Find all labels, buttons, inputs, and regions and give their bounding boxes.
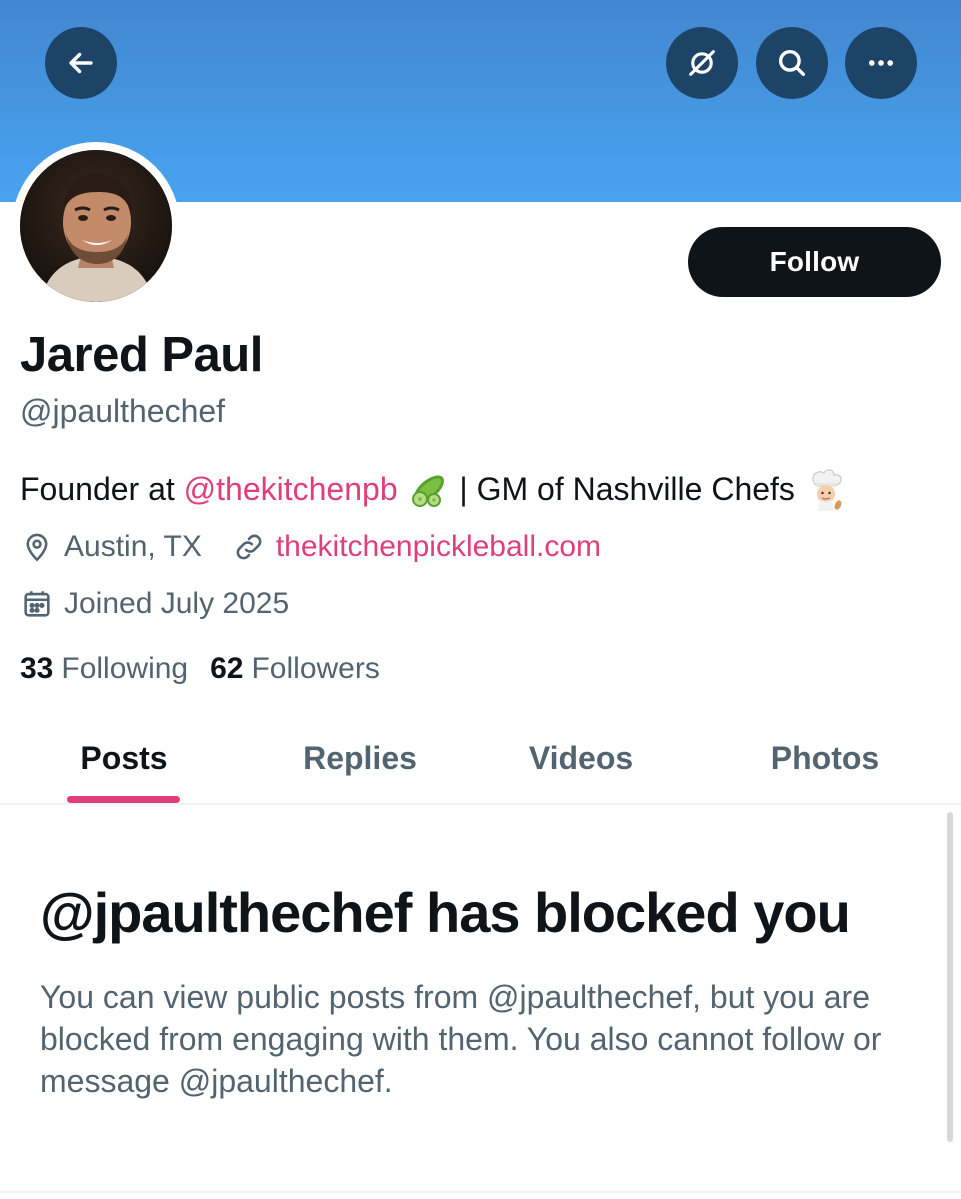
avatar[interactable]: [20, 150, 172, 302]
search-button[interactable]: [756, 27, 828, 99]
back-button[interactable]: [45, 27, 117, 99]
arrow-left-icon: [64, 46, 98, 80]
profile-joined-date: Joined July 2025: [64, 587, 290, 620]
followers-label: Followers: [251, 652, 380, 685]
profile-meta-joined-row: Joined July 2025: [20, 585, 289, 623]
bio-mention-link[interactable]: @thekitchenpb: [184, 468, 398, 510]
search-icon: [775, 46, 809, 80]
profile-stats: 33 Following 62 Followers: [20, 650, 380, 688]
display-name: Jared Paul: [20, 328, 263, 382]
bio-middle: | GM of Nashville Chefs: [450, 471, 804, 507]
followers-stat[interactable]: 62 Followers: [210, 650, 380, 688]
link-icon: [232, 530, 266, 564]
location-pin-icon: [20, 530, 54, 564]
grok-icon: [685, 46, 719, 80]
profile-tabs: Posts Replies Videos Photos: [0, 712, 961, 804]
cook-emoji: [804, 467, 848, 511]
active-tab-indicator: [67, 796, 180, 803]
profile-bio: Founder at @thekitchenpb | GM of Nashvil…: [20, 467, 848, 511]
profile-website-link[interactable]: thekitchenpickleball.com: [276, 528, 601, 566]
profile-meta-location-row: Austin, TX thekitchenpickleball.com: [20, 528, 601, 566]
bottom-divider: [0, 1191, 961, 1193]
blocked-message: You can view public posts from @jpaulthe…: [40, 979, 882, 1099]
following-label: Following: [61, 652, 189, 685]
tab-posts[interactable]: Posts: [30, 712, 218, 804]
following-count: 33: [20, 652, 54, 685]
follow-button[interactable]: Follow: [688, 227, 941, 297]
tab-replies[interactable]: Replies: [262, 712, 458, 804]
profile-location: Austin, TX: [64, 530, 202, 563]
more-horizontal-icon: [864, 46, 898, 80]
tabs-divider: [0, 803, 961, 805]
blocked-title: @jpaulthechef has blocked you: [40, 881, 851, 944]
profile-handle: @jpaulthechef: [20, 393, 226, 429]
more-options-button[interactable]: [845, 27, 917, 99]
tab-videos[interactable]: Videos: [486, 712, 676, 804]
tab-photos[interactable]: Photos: [730, 712, 920, 804]
scrollbar[interactable]: [947, 812, 953, 1142]
bio-prefix: Founder at: [20, 471, 184, 507]
cucumber-emoji: [407, 467, 451, 511]
following-stat[interactable]: 33 Following: [20, 650, 188, 688]
grok-button[interactable]: [666, 27, 738, 99]
calendar-icon: [20, 587, 54, 621]
followers-count: 62: [210, 652, 244, 685]
